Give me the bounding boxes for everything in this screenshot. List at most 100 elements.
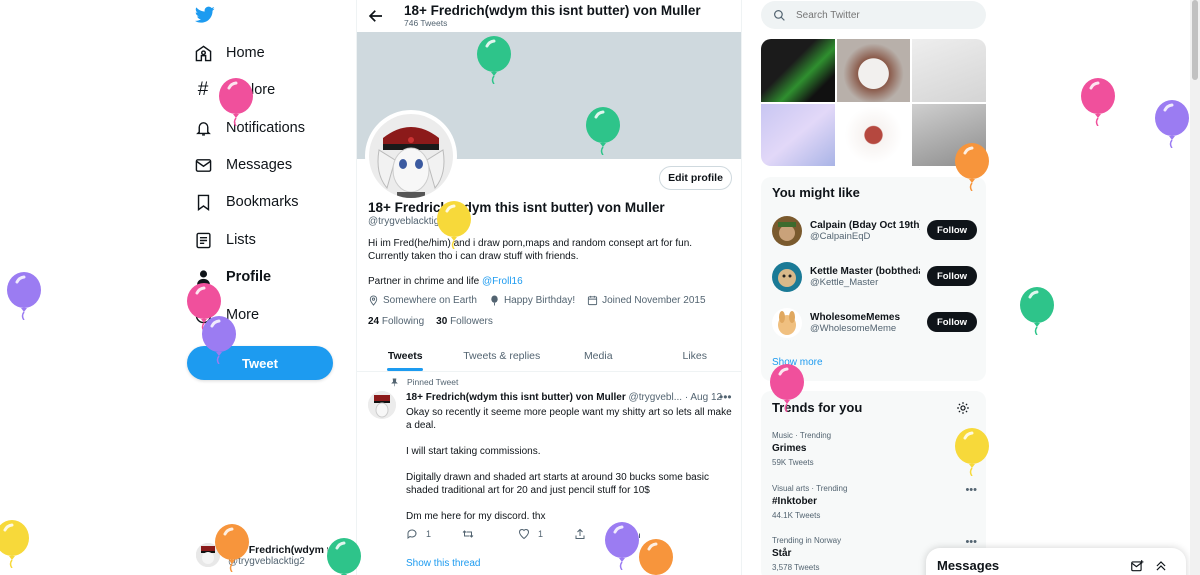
twitter-bird-icon[interactable] xyxy=(195,6,215,24)
location-pin-icon xyxy=(369,295,378,306)
nav-item-profile[interactable]: Profile xyxy=(194,262,271,292)
messages-drawer[interactable]: Messages xyxy=(926,548,1186,575)
tweet-more-icon[interactable]: ••• xyxy=(719,390,732,404)
suggested-user[interactable]: WholesomeMemes @WholesomeMeme Follow xyxy=(772,306,977,340)
show-more-link[interactable]: Show more xyxy=(772,357,823,368)
media-thumbnail[interactable] xyxy=(912,39,986,102)
followers-label: Followers xyxy=(450,316,493,327)
tweet-avatar[interactable] xyxy=(368,391,396,419)
tab-media[interactable]: Media xyxy=(550,340,647,371)
follow-button[interactable]: Follow xyxy=(927,312,977,332)
trend-context: Visual arts · Trending xyxy=(772,484,848,493)
trend-topic: Grimes xyxy=(772,443,807,454)
messages-drawer-title: Messages xyxy=(937,558,1000,573)
balloon-icon xyxy=(1019,287,1055,336)
reply-icon xyxy=(407,529,417,539)
like-button[interactable]: 1 xyxy=(518,528,574,540)
account-handle: @trygveblacktig2 xyxy=(228,555,305,567)
following-label: Following xyxy=(381,316,425,327)
user-avatar xyxy=(772,308,802,338)
nav-label: Bookmarks xyxy=(226,194,299,210)
who-to-follow-card: You might like Calpain (Bday Oct 19th) @… xyxy=(761,177,986,381)
search-input[interactable] xyxy=(796,9,966,21)
calendar-icon xyxy=(588,295,598,306)
trend-item[interactable]: Visual arts · Trending #Inktober 44.1K T… xyxy=(772,484,977,520)
like-count: 1 xyxy=(538,529,544,539)
account-switcher[interactable]: 18+ Fredrich(wdym t @trygveblacktig2 xyxy=(196,538,346,572)
tweet-paragraph: Okay so recently it seeme more people wa… xyxy=(406,407,732,431)
trend-item[interactable]: Music · Trending Grimes 59K Tweets ••• xyxy=(772,431,977,467)
joined-text: Joined November 2015 xyxy=(602,295,706,306)
list-icon xyxy=(194,231,212,249)
follow-button[interactable]: Follow xyxy=(927,220,977,240)
nav-item-explore[interactable]: # Explore xyxy=(194,75,275,105)
tab-tweets-replies[interactable]: Tweets & replies xyxy=(454,340,551,371)
pinned-tweet[interactable]: Pinned Tweet 18+ Fredrich(wdym this isnt… xyxy=(357,373,741,575)
tweet-paragraph: I will start taking commissions. xyxy=(406,446,541,457)
nav-item-lists[interactable]: Lists xyxy=(194,225,256,255)
nav-label: More xyxy=(226,307,260,323)
pinned-text: Pinned Tweet xyxy=(407,377,459,387)
nav-label: Explore xyxy=(226,82,276,98)
retweet-button[interactable] xyxy=(462,528,518,540)
location-text: Somewhere on Earth xyxy=(383,295,477,306)
account-avatar xyxy=(196,543,220,567)
follow-button[interactable]: Follow xyxy=(927,266,977,286)
profile-follow-stats: 24 Following 30 Followers xyxy=(368,316,493,327)
gear-icon[interactable] xyxy=(956,401,970,415)
edit-profile-button[interactable]: Edit profile xyxy=(659,166,732,190)
partner-link[interactable]: @Froll16 xyxy=(482,276,523,287)
bookmark-icon xyxy=(194,193,212,211)
trend-count: 44.1K Tweets xyxy=(772,511,821,520)
user-name: Calpain (Bday Oct 19th) xyxy=(810,220,920,231)
trend-more-icon[interactable]: ••• xyxy=(965,431,977,443)
left-navigation: Home # Explore Notifications Messages Bo… xyxy=(186,0,346,575)
nav-item-messages[interactable]: Messages xyxy=(194,150,292,180)
trend-more-icon[interactable]: ••• xyxy=(965,536,977,548)
suggested-user[interactable]: Kettle Master (bobthedan @Kettle_Master … xyxy=(772,260,977,294)
user-avatar xyxy=(772,262,802,292)
analytics-button[interactable] xyxy=(630,528,686,540)
show-thread-link[interactable]: Show this thread xyxy=(406,558,481,569)
share-button[interactable] xyxy=(574,528,630,540)
trend-context: Music · Trending xyxy=(772,431,832,440)
media-thumbnail[interactable] xyxy=(761,39,835,102)
nav-item-notifications[interactable]: Notifications xyxy=(194,113,305,143)
trend-more-icon[interactable]: ••• xyxy=(965,484,977,496)
balloon-icon xyxy=(6,272,42,321)
page-scrollbar[interactable] xyxy=(1190,0,1200,575)
who-to-follow-title: You might like xyxy=(772,185,860,200)
tweet-text: Okay so recently it seeme more people wa… xyxy=(406,406,734,536)
balloon-icon xyxy=(1154,100,1190,149)
new-message-icon[interactable] xyxy=(1130,559,1144,573)
profile-meta: Somewhere on Earth Happy Birthday! Joine… xyxy=(368,295,706,306)
chevron-up-icon[interactable] xyxy=(1154,559,1168,573)
back-arrow-icon[interactable] xyxy=(367,7,385,25)
tab-tweets[interactable]: Tweets xyxy=(357,340,454,371)
profile-header-bar: 18+ Fredrich(wdym this isnt butter) von … xyxy=(357,0,741,32)
media-thumbnail[interactable] xyxy=(836,103,911,166)
reply-button[interactable]: 1 xyxy=(406,528,462,540)
nav-item-home[interactable]: Home xyxy=(194,38,265,68)
tweet-header: 18+ Fredrich(wdym this isnt butter) von … xyxy=(406,392,736,403)
tweet-author[interactable]: 18+ Fredrich(wdym this isnt butter) von … xyxy=(406,392,626,403)
reply-count: 1 xyxy=(426,529,432,539)
scrollbar-thumb[interactable] xyxy=(1192,0,1198,80)
user-avatar xyxy=(772,216,802,246)
tweet-button[interactable]: Tweet xyxy=(187,346,333,380)
profile-bio: Hi im Fred(he/him) and i draw porn,maps … xyxy=(368,238,693,262)
media-thumbnail[interactable] xyxy=(761,103,835,166)
pinned-label: Pinned Tweet xyxy=(390,377,458,387)
header-title: 18+ Fredrich(wdym this isnt butter) von … xyxy=(404,3,701,18)
tab-likes[interactable]: Likes xyxy=(647,340,742,371)
profile-avatar[interactable] xyxy=(365,110,457,202)
nav-item-bookmarks[interactable]: Bookmarks xyxy=(194,187,299,217)
suggested-user[interactable]: Calpain (Bday Oct 19th) @CalpainEqD Foll… xyxy=(772,214,977,248)
nav-item-more[interactable]: More xyxy=(194,300,259,330)
media-thumbnail[interactable] xyxy=(912,103,986,166)
media-thumbnail[interactable] xyxy=(836,39,911,102)
search-icon xyxy=(774,9,785,21)
followers-link[interactable]: 30 Followers xyxy=(436,316,493,327)
following-link[interactable]: 24 Following xyxy=(368,316,424,327)
search-box[interactable] xyxy=(761,1,986,29)
